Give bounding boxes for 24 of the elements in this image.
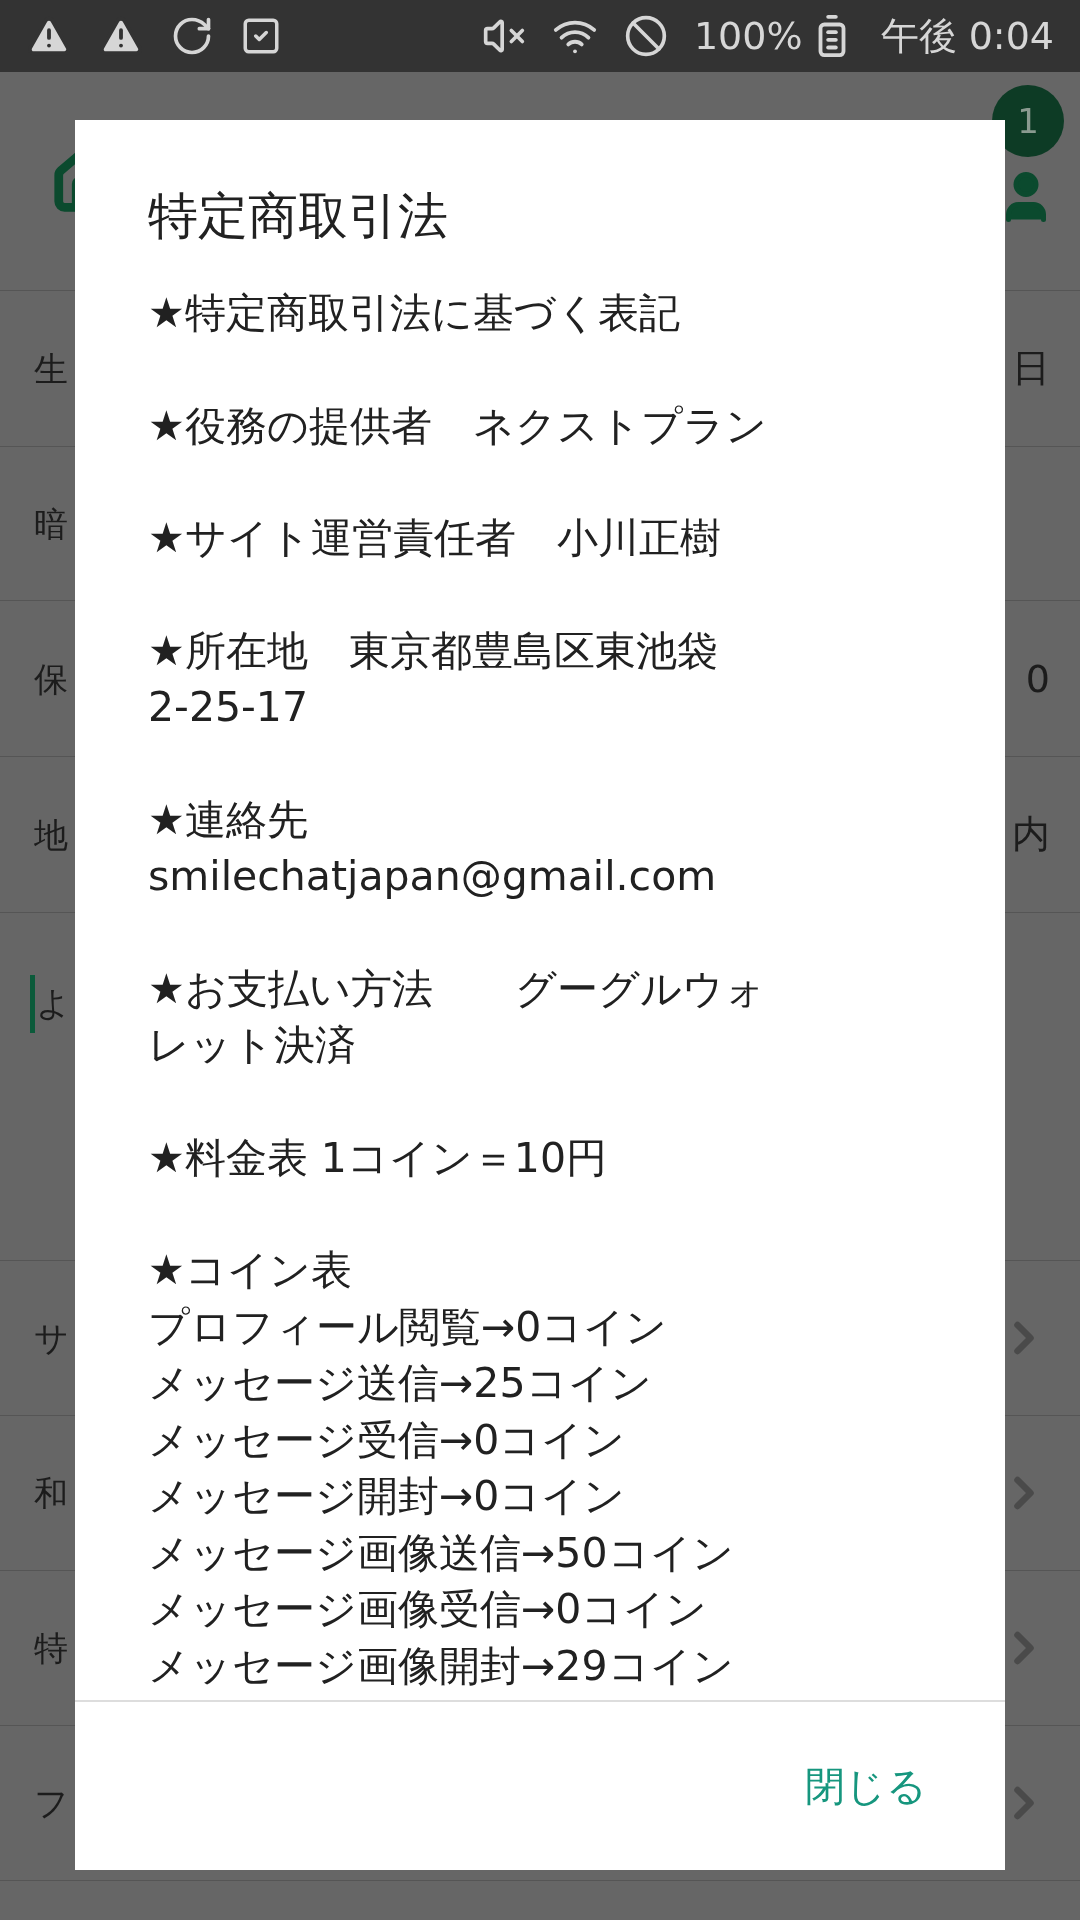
row-label: 暗 [34, 503, 68, 544]
row-value: 日 [1012, 345, 1050, 392]
dialog-paragraph: ★サイト運営責任者 小川正樹 [148, 513, 722, 564]
row-label: 地 [34, 814, 68, 855]
dialog-paragraph: ★料金表 1コイン＝10円 [148, 1132, 609, 1184]
row-label: 保 [34, 658, 68, 699]
row-label: よ [36, 983, 71, 1023]
dialog-paragraph: ★特定商取引法に基づく表記 [148, 288, 681, 339]
dialog-paragraph: ★所在地 東京都豊島区東池袋 2-25-17 [148, 625, 719, 733]
row-label: サ [34, 1318, 69, 1358]
dialog-paragraph: ★連絡先 smilechatjapan@gmail.com [148, 794, 718, 902]
row-value: 0 [1025, 656, 1050, 701]
clock: 午後 0:04 [880, 12, 1054, 60]
dialog-paragraph: ★お支払い方法 グーグルウォ レット決済 [148, 963, 767, 1071]
row-value: 内 [1012, 811, 1050, 858]
battery-percent: 100% [693, 14, 803, 58]
row-label: 和 [34, 1473, 68, 1513]
row-label: 生 [34, 348, 68, 389]
row-label: フ [34, 1783, 69, 1823]
dialog-paragraph: ★コイン表 プロフィール閲覧→0コイン メッセージ送信→25コイン メッセージ受信→0コイン メッセージ開封→0コイン メッセージ画像送信→50コイン メッセージ画像受信→0コイン メッセージ画像開封→29コイン [148, 1245, 735, 1692]
notification-badge: 1 [992, 85, 1064, 157]
dialog-paragraph: ★役務の提供者 ネクストプラン [148, 400, 768, 452]
row-label: 特 [34, 1628, 68, 1668]
dialog-title: 特定商取引法 [148, 186, 448, 246]
